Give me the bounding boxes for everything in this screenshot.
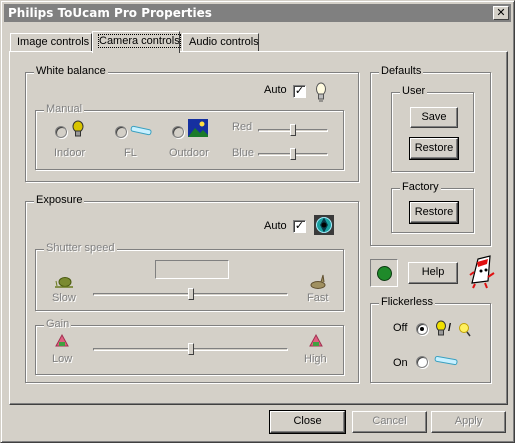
wb-manual-legend: Manual bbox=[44, 103, 85, 115]
shutter-slider-thumb[interactable] bbox=[187, 288, 194, 300]
flicker-off-label: Off bbox=[393, 322, 408, 334]
defaults-legend: Defaults bbox=[379, 65, 424, 77]
flicker-off-radio[interactable] bbox=[416, 323, 428, 335]
radio-selected-dot bbox=[420, 327, 424, 331]
user-save-button[interactable]: Save bbox=[410, 107, 458, 128]
tab-image-controls[interactable]: Image controls bbox=[10, 33, 92, 52]
bulb-icon bbox=[72, 120, 84, 137]
bulb-icon bbox=[436, 320, 446, 336]
close-button[interactable]: Close bbox=[269, 410, 346, 434]
hare-icon bbox=[310, 274, 326, 289]
help-button[interactable]: Help bbox=[408, 262, 458, 284]
wb-blue-label: Blue bbox=[232, 147, 255, 159]
gain-high-icon bbox=[309, 333, 323, 347]
wb-fl-label: FL bbox=[124, 147, 137, 159]
wb-red-slider-thumb[interactable] bbox=[290, 124, 296, 136]
window-close-button[interactable]: ✕ bbox=[493, 6, 509, 20]
user-defaults-group: User Save Restore bbox=[391, 85, 474, 172]
tab-camera-controls[interactable]: Camera controls bbox=[92, 31, 181, 53]
tab-label: Audio controls bbox=[189, 36, 259, 48]
wb-outdoor-label: Outdoor bbox=[169, 147, 209, 159]
exposure-legend: Exposure bbox=[34, 194, 85, 206]
flicker-on-radio[interactable] bbox=[416, 356, 428, 368]
wb-red-label: Red bbox=[232, 121, 253, 133]
fluorescent-tube-icon bbox=[434, 355, 458, 366]
shutter-speed-display bbox=[155, 260, 229, 279]
tab-label: Camera controls bbox=[98, 34, 181, 48]
flicker-slash: / bbox=[448, 322, 452, 334]
lamp-icon bbox=[459, 323, 471, 337]
help-mascot-icon[interactable] bbox=[466, 253, 496, 289]
tab-audio-controls[interactable]: Audio controls bbox=[182, 33, 259, 52]
gain-legend: Gain bbox=[44, 318, 72, 330]
flickerless-legend: Flickerless bbox=[379, 296, 435, 308]
gain-low-label: Low bbox=[52, 353, 73, 365]
checkmark-icon: ✓ bbox=[294, 220, 305, 232]
checkmark-icon: ✓ bbox=[294, 85, 305, 97]
gain-slider-thumb[interactable] bbox=[187, 343, 194, 355]
gain-group: Gain Low High bbox=[35, 318, 344, 375]
wb-outdoor-radio[interactable] bbox=[172, 126, 184, 138]
close-icon: ✕ bbox=[496, 7, 506, 19]
apply-button[interactable]: Apply bbox=[431, 411, 506, 433]
tab-label: Image controls bbox=[17, 36, 90, 48]
white-balance-legend: White balance bbox=[34, 65, 108, 77]
shutter-speed-legend: Shutter speed bbox=[44, 242, 117, 254]
user-legend: User bbox=[400, 85, 428, 97]
white-balance-bulb-icon bbox=[316, 82, 326, 102]
exposure-auto-checkbox[interactable]: ✓ bbox=[293, 220, 306, 233]
exposure-auto-label: Auto bbox=[264, 220, 287, 232]
shutter-speed-group: Shutter speed Slow Fast bbox=[35, 242, 344, 311]
landscape-icon bbox=[188, 119, 208, 137]
wb-fl-radio[interactable] bbox=[115, 126, 127, 138]
factory-legend: Factory bbox=[400, 181, 441, 193]
shutter-slow-label: Slow bbox=[52, 292, 76, 304]
wb-manual-group: Manual Indoor FL Outdoor Red Blue bbox=[35, 103, 344, 170]
window-title: Philips ToUcam Pro Properties bbox=[8, 6, 212, 20]
flickerless-group: Flickerless Off / On bbox=[370, 296, 491, 383]
user-restore-button[interactable]: Restore bbox=[409, 137, 459, 160]
cancel-button[interactable]: Cancel bbox=[352, 411, 427, 433]
gain-low-icon bbox=[55, 333, 69, 347]
exposure-group: Exposure Auto ✓ Shutter speed Slow Fast … bbox=[25, 194, 359, 383]
wb-indoor-radio[interactable] bbox=[55, 126, 67, 138]
status-led bbox=[377, 266, 392, 281]
wb-auto-checkbox[interactable]: ✓ bbox=[293, 85, 306, 98]
snail-icon bbox=[55, 277, 73, 288]
shutter-fast-label: Fast bbox=[307, 292, 329, 304]
white-balance-group: White balance Auto ✓ Manual Indoor FL Ou… bbox=[25, 65, 359, 182]
wb-auto-label: Auto bbox=[264, 84, 287, 96]
properties-window: Philips ToUcam Pro Properties ✕ Image co… bbox=[0, 0, 515, 443]
factory-defaults-group: Factory Restore bbox=[391, 181, 474, 233]
wb-indoor-label: Indoor bbox=[54, 147, 86, 159]
aperture-icon bbox=[314, 215, 334, 235]
wb-blue-slider-thumb[interactable] bbox=[290, 148, 296, 160]
defaults-group: Defaults User Save Restore Factory Resto… bbox=[370, 65, 491, 246]
factory-restore-button[interactable]: Restore bbox=[409, 201, 459, 224]
title-bar[interactable]: Philips ToUcam Pro Properties ✕ bbox=[4, 4, 511, 22]
gain-high-label: High bbox=[304, 353, 327, 365]
status-indicator-frame bbox=[370, 259, 398, 287]
flicker-on-label: On bbox=[393, 357, 408, 369]
fluorescent-tube-icon bbox=[130, 125, 152, 136]
